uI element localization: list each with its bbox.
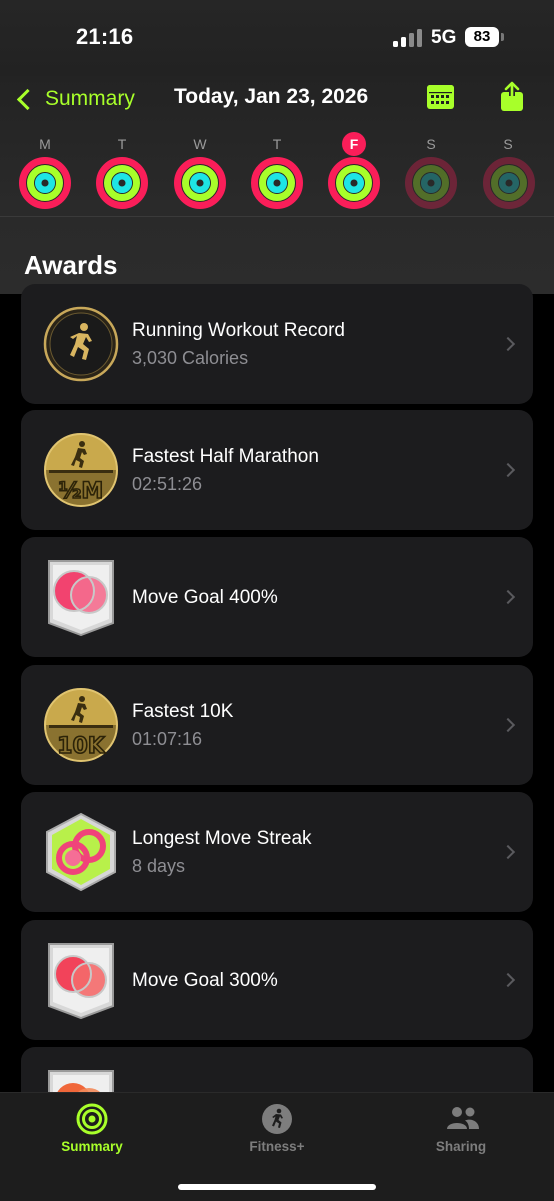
day-letter[interactable]: S bbox=[419, 132, 443, 156]
home-indicator[interactable] bbox=[178, 1184, 376, 1190]
activity-rings-icon[interactable] bbox=[404, 156, 458, 210]
award-card[interactable]: Move Goal 400% bbox=[21, 537, 533, 657]
activity-rings-icon[interactable] bbox=[95, 156, 149, 210]
award-title: Running Workout Record bbox=[132, 320, 345, 341]
award-card[interactable]: Running Workout Record 3,030 Calories bbox=[21, 284, 533, 404]
move-goal-300-badge-icon bbox=[48, 943, 114, 1020]
day-letter[interactable]: S bbox=[496, 132, 520, 156]
activity-rings-icon[interactable] bbox=[482, 156, 536, 210]
week-day-letters: M T W T F S S bbox=[0, 132, 554, 158]
award-title: Fastest 10K bbox=[132, 701, 234, 722]
running-record-badge-icon bbox=[43, 306, 119, 382]
award-subtitle: 01:07:16 bbox=[132, 729, 203, 749]
day-letter[interactable]: T bbox=[110, 132, 134, 156]
activity-rings-icon[interactable] bbox=[250, 156, 304, 210]
activity-rings-icon bbox=[76, 1103, 108, 1135]
award-subtitle: 02:51:26 bbox=[132, 474, 203, 494]
chevron-right-icon bbox=[500, 717, 516, 733]
tab-sharing[interactable]: Sharing bbox=[369, 1093, 553, 1173]
battery-icon: 83 bbox=[465, 27, 499, 47]
award-title: Move Goal 400% bbox=[132, 587, 278, 608]
status-time: 21:16 bbox=[76, 24, 134, 49]
move-goal-400-badge-icon bbox=[48, 560, 114, 637]
fastest-10k-badge-icon: 10K bbox=[44, 688, 118, 762]
activity-rings-icon[interactable] bbox=[18, 156, 72, 210]
award-card[interactable]: ½M Fastest Half Marathon 02:51:26 bbox=[21, 410, 533, 530]
running-figure-icon bbox=[262, 1104, 292, 1134]
divider bbox=[0, 216, 554, 217]
back-button[interactable]: Summary bbox=[14, 85, 135, 113]
week-activity-rings bbox=[0, 156, 554, 212]
award-subtitle: 3,030 Calories bbox=[132, 348, 249, 368]
chevron-right-icon bbox=[500, 589, 516, 605]
page-title: Today, Jan 23, 2026 bbox=[174, 85, 369, 108]
svg-text:10K: 10K bbox=[57, 734, 106, 759]
day-letter[interactable]: W bbox=[188, 132, 212, 156]
tab-label: Fitness+ bbox=[249, 1139, 305, 1154]
day-letter-current[interactable]: F bbox=[342, 132, 366, 156]
tab-label: Sharing bbox=[435, 1139, 487, 1154]
award-subtitle: 8 days bbox=[132, 856, 186, 876]
award-card[interactable]: Longest Move Streak 8 days bbox=[21, 792, 533, 912]
award-title: Move Goal 300% bbox=[132, 970, 278, 991]
section-title: Awards bbox=[24, 250, 118, 280]
svg-text:½M: ½M bbox=[59, 479, 104, 504]
battery-cap bbox=[501, 33, 504, 41]
back-label: Summary bbox=[45, 87, 135, 110]
activity-rings-icon[interactable] bbox=[327, 156, 381, 210]
move-streak-badge-icon bbox=[46, 812, 116, 892]
day-letter[interactable]: M bbox=[33, 132, 57, 156]
day-letter[interactable]: T bbox=[265, 132, 289, 156]
calendar-icon[interactable] bbox=[426, 83, 455, 111]
chevron-right-icon bbox=[500, 336, 516, 352]
battery-level: 83 bbox=[473, 28, 491, 45]
activity-rings-icon[interactable] bbox=[173, 156, 227, 210]
chevron-right-icon bbox=[500, 462, 516, 478]
chevron-right-icon bbox=[500, 844, 516, 860]
award-card[interactable]: 10K Fastest 10K 01:07:16 bbox=[21, 665, 533, 785]
cellular-signal-icon bbox=[393, 29, 423, 47]
tab-label: Summary bbox=[61, 1139, 123, 1154]
network-type: 5G bbox=[431, 27, 457, 48]
people-icon bbox=[447, 1107, 479, 1129]
summary-header: Summary Today, Jan 23, 2026 M T W T F S … bbox=[0, 76, 554, 294]
chevron-left-icon bbox=[16, 88, 39, 110]
award-title: Fastest Half Marathon bbox=[132, 446, 319, 467]
award-card[interactable]: Move Goal 300% bbox=[21, 920, 533, 1040]
tab-summary[interactable]: Summary bbox=[0, 1093, 184, 1173]
half-marathon-badge-icon: ½M bbox=[44, 433, 118, 507]
award-title: Longest Move Streak bbox=[132, 828, 312, 849]
chevron-right-icon bbox=[500, 972, 516, 988]
status-bar: 21:16 5G 83 bbox=[0, 0, 554, 76]
tab-fitness-plus[interactable]: Fitness+ bbox=[185, 1093, 369, 1173]
share-icon[interactable] bbox=[498, 81, 526, 113]
